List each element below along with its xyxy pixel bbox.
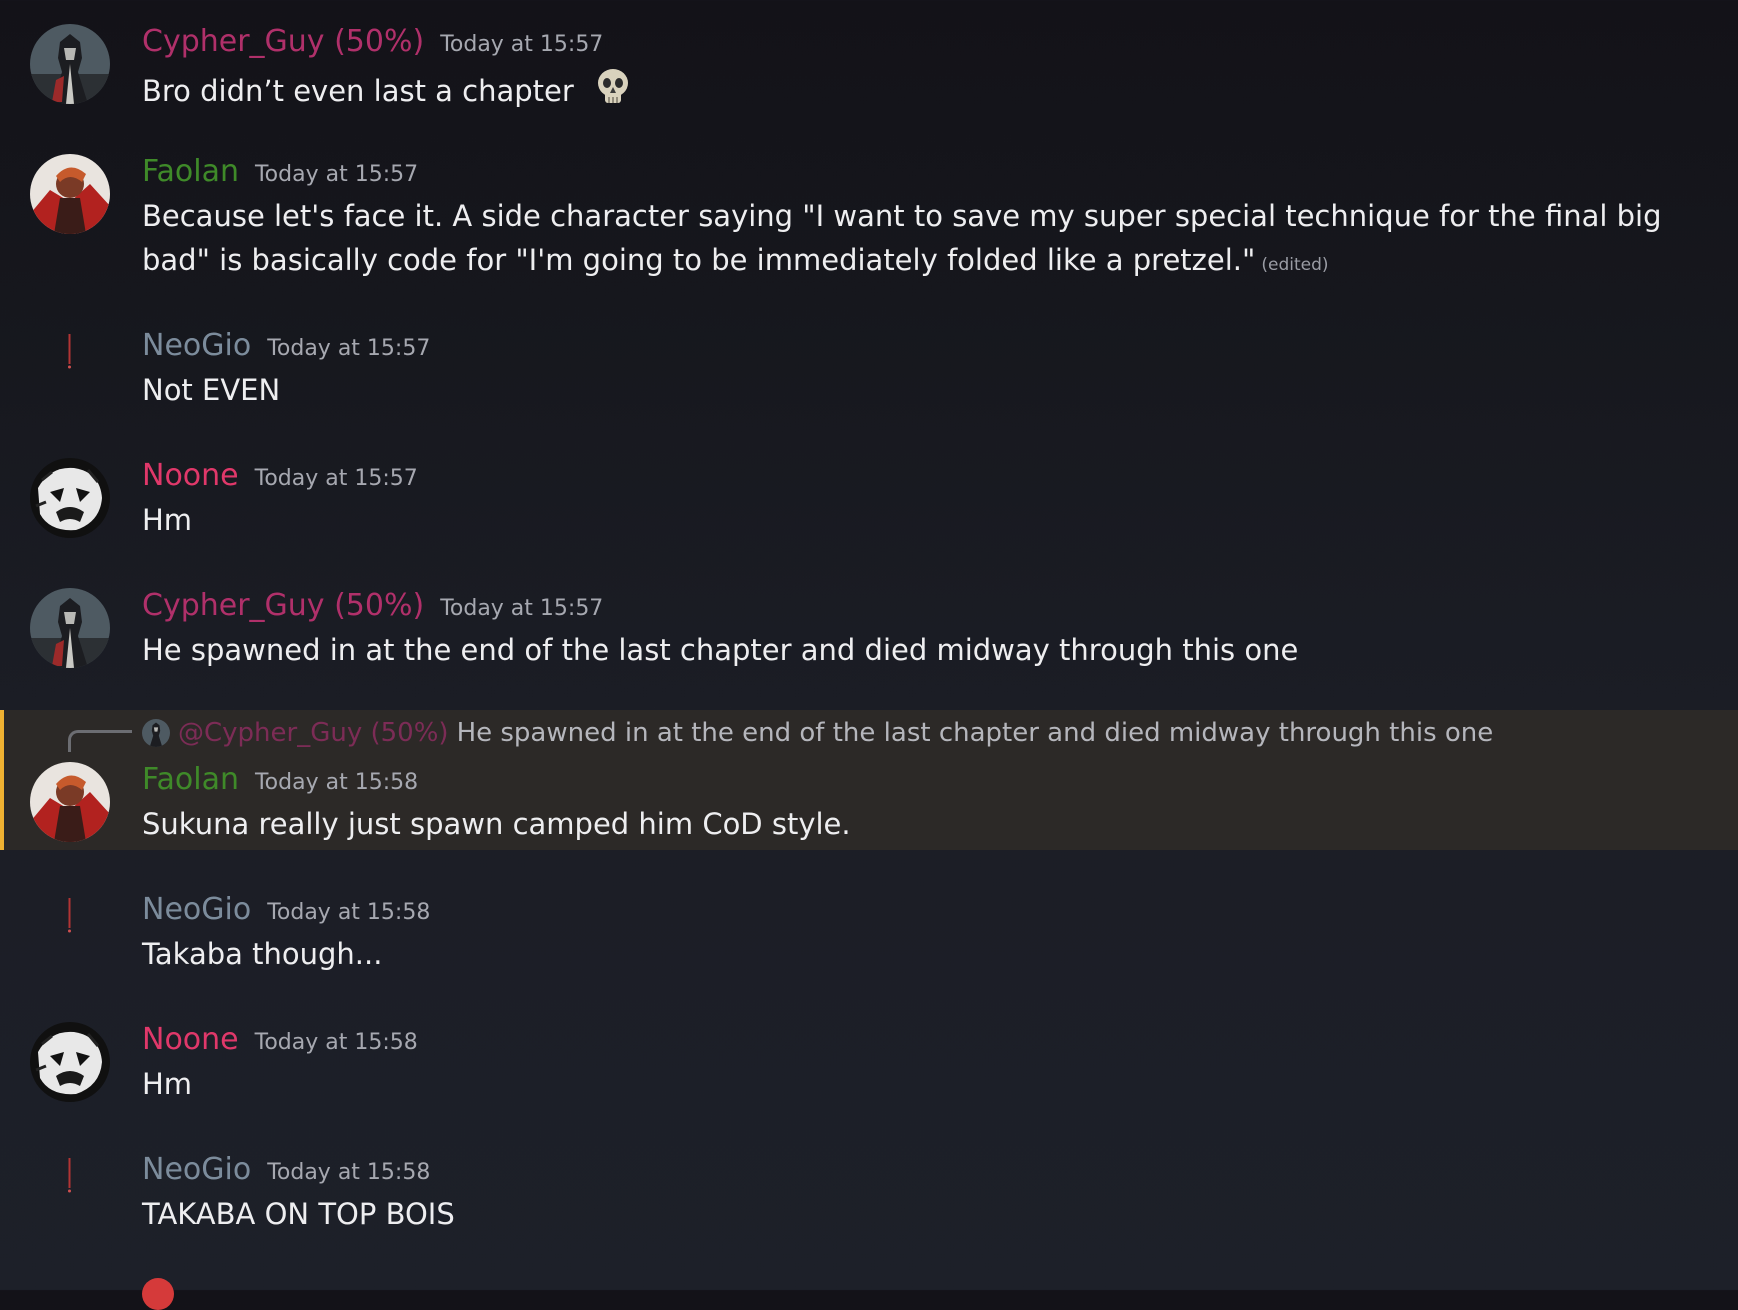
timestamp: Today at 15:57	[440, 596, 604, 621]
timestamp: Today at 15:57	[254, 466, 418, 491]
reply-preview[interactable]: @Cypher_Guy (50%) He spawned in at the e…	[142, 716, 1493, 750]
username[interactable]: Cypher_Guy (50%)	[142, 588, 424, 624]
message-text: Sukuna really just spawn camped him CoD …	[142, 807, 851, 841]
timestamp: Today at 15:58	[267, 1160, 431, 1185]
message-content: Bro didn’t even last a chapter	[142, 65, 1702, 121]
message-content: Hm	[142, 498, 1702, 542]
message-text: He spawned in at the end of the last cha…	[142, 633, 1299, 667]
reply-connector	[68, 730, 132, 752]
timestamp: Today at 15:58	[267, 900, 431, 925]
username[interactable]: Noone	[142, 1022, 239, 1058]
avatar-cypher-guy[interactable]	[30, 588, 110, 668]
message-content: Takaba though...	[142, 932, 1702, 976]
avatar-noone[interactable]	[30, 1022, 110, 1102]
message-text: Bro didn’t even last a chapter	[142, 74, 574, 108]
username[interactable]: Faolan	[142, 154, 239, 190]
avatar-neogio[interactable]	[68, 898, 71, 934]
cutoff-avatar	[142, 1278, 174, 1310]
message-content: Sukuna really just spawn camped him CoD …	[142, 802, 1702, 846]
avatar-cypher-guy[interactable]	[30, 24, 110, 104]
username[interactable]: NeoGio	[142, 1152, 251, 1188]
message-text: Takaba though...	[142, 937, 383, 971]
message-content: He spawned in at the end of the last cha…	[142, 628, 1702, 672]
message-text: Not EVEN	[142, 373, 281, 407]
reply-mention[interactable]: @Cypher_Guy (50%)	[178, 718, 449, 748]
message-text: TAKABA ON TOP BOIS	[142, 1197, 455, 1231]
message-content: Because let's face it. A side character …	[142, 194, 1702, 287]
cutoff-message-preview	[142, 1278, 174, 1310]
message-text: Hm	[142, 1067, 193, 1101]
username[interactable]: NeoGio	[142, 328, 251, 364]
message-text: Because let's face it. A side character …	[142, 199, 1662, 277]
message-content: Not EVEN	[142, 368, 1702, 412]
avatar-faolan[interactable]	[30, 154, 110, 234]
timestamp: Today at 15:58	[254, 770, 419, 795]
message-text: Hm	[142, 503, 193, 537]
timestamp: Today at 15:58	[254, 1030, 418, 1055]
skull-emoji-icon	[591, 65, 635, 121]
avatar-neogio[interactable]	[68, 1158, 71, 1194]
timestamp: Today at 15:57	[254, 162, 419, 187]
avatar-noone[interactable]	[30, 458, 110, 538]
reply-avatar	[142, 719, 170, 747]
avatar-faolan[interactable]	[30, 762, 110, 842]
message-content: Hm	[142, 1062, 1702, 1106]
message-content: TAKABA ON TOP BOIS	[142, 1192, 1702, 1236]
timestamp: Today at 15:57	[267, 336, 431, 361]
edited-label: (edited)	[1261, 255, 1329, 275]
timestamp: Today at 15:57	[440, 32, 604, 57]
username[interactable]: NeoGio	[142, 892, 251, 928]
reply-text[interactable]: He spawned in at the end of the last cha…	[457, 718, 1494, 748]
avatar-neogio[interactable]	[68, 334, 71, 370]
username[interactable]: Cypher_Guy (50%)	[142, 24, 424, 60]
username[interactable]: Noone	[142, 458, 239, 494]
username[interactable]: Faolan	[142, 762, 239, 798]
chat-message-list: Cypher_Guy (50%) Today at 15:57 Bro didn…	[0, 0, 1738, 1310]
